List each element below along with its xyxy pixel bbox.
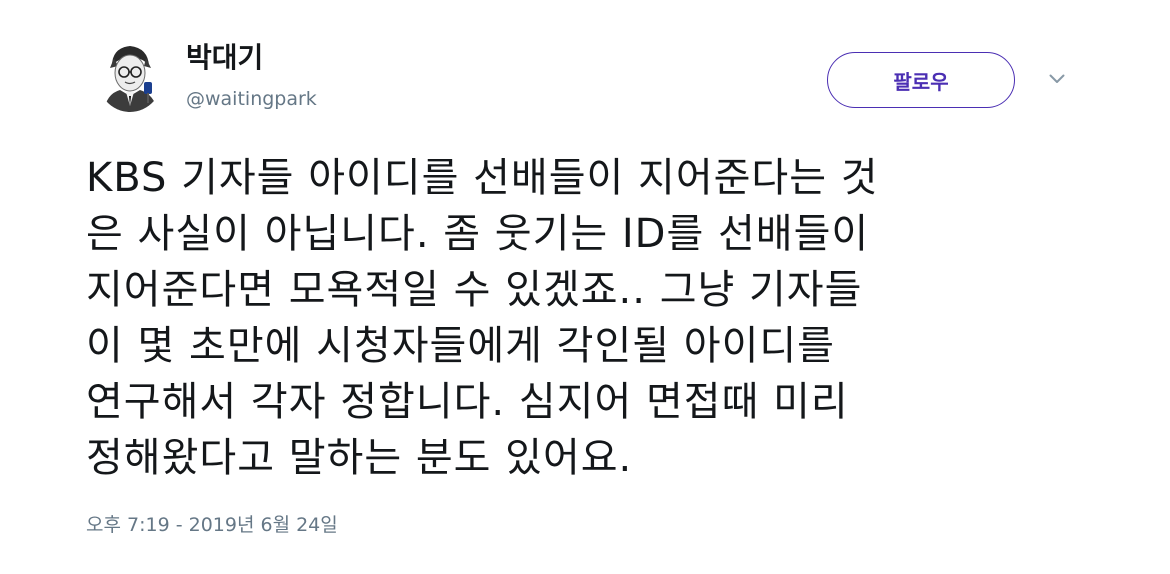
user-portrait-icon	[96, 36, 164, 112]
tweet-text: KBS 기자들 아이디를 선배들이 지어준다는 것 은 사실이 아닙니다. 좀 …	[86, 150, 1086, 486]
more-options-button[interactable]	[1046, 70, 1068, 88]
display-name[interactable]: 박대기	[186, 40, 263, 76]
tweet-timestamp[interactable]: 오후 7:19 - 2019년 6월 24일	[86, 512, 338, 538]
chevron-down-icon	[1049, 74, 1065, 83]
follow-button[interactable]: 팔로우	[827, 52, 1015, 108]
tweet-line: 지어준다면 모욕적일 수 있겠죠.. 그냥 기자들	[86, 267, 863, 313]
username[interactable]: @waitingpark	[186, 86, 317, 112]
tweet-line: KBS 기자들 아이디를 선배들이 지어준다는 것	[86, 155, 879, 201]
tweet-line: 정해왔다고 말하는 분도 있어요.	[86, 435, 633, 481]
tweet-line: 이 몇 초만에 시청자들에게 각인될 아이디를	[86, 323, 835, 369]
tweet-line: 은 사실이 아닙니다. 좀 웃기는 ID를 선배들이	[86, 211, 870, 257]
avatar[interactable]	[96, 36, 164, 112]
tweet-line: 연구해서 각자 정합니다. 심지어 면접때 미리	[86, 379, 849, 425]
